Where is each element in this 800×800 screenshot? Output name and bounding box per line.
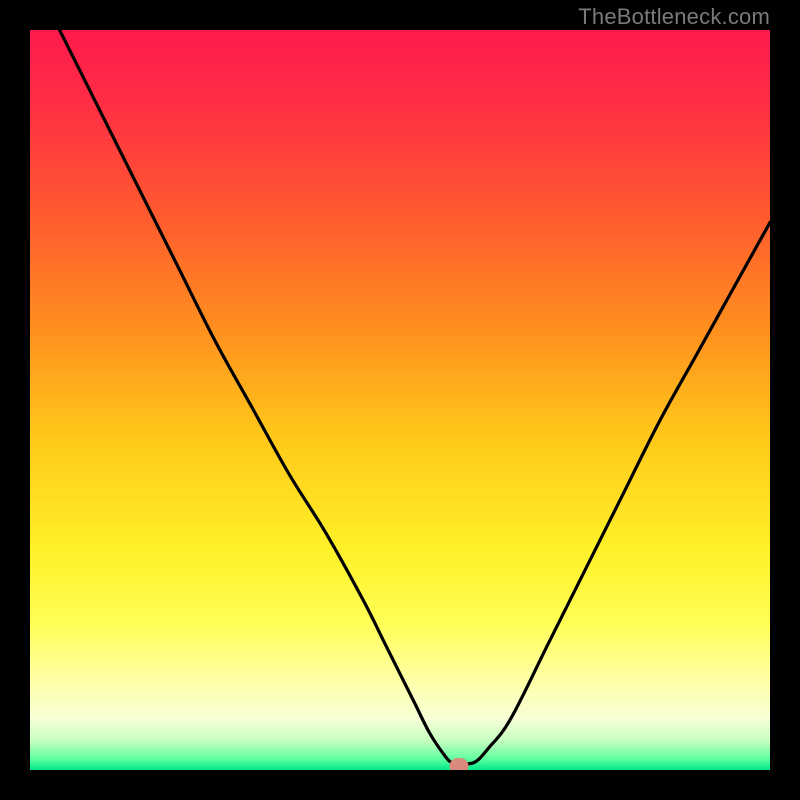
optimal-point-marker bbox=[450, 758, 469, 770]
plot-area bbox=[30, 30, 770, 770]
bottleneck-curve bbox=[60, 30, 770, 764]
chart-frame: TheBottleneck.com bbox=[0, 0, 800, 800]
curve-layer bbox=[30, 30, 770, 770]
watermark-text: TheBottleneck.com bbox=[578, 4, 770, 30]
